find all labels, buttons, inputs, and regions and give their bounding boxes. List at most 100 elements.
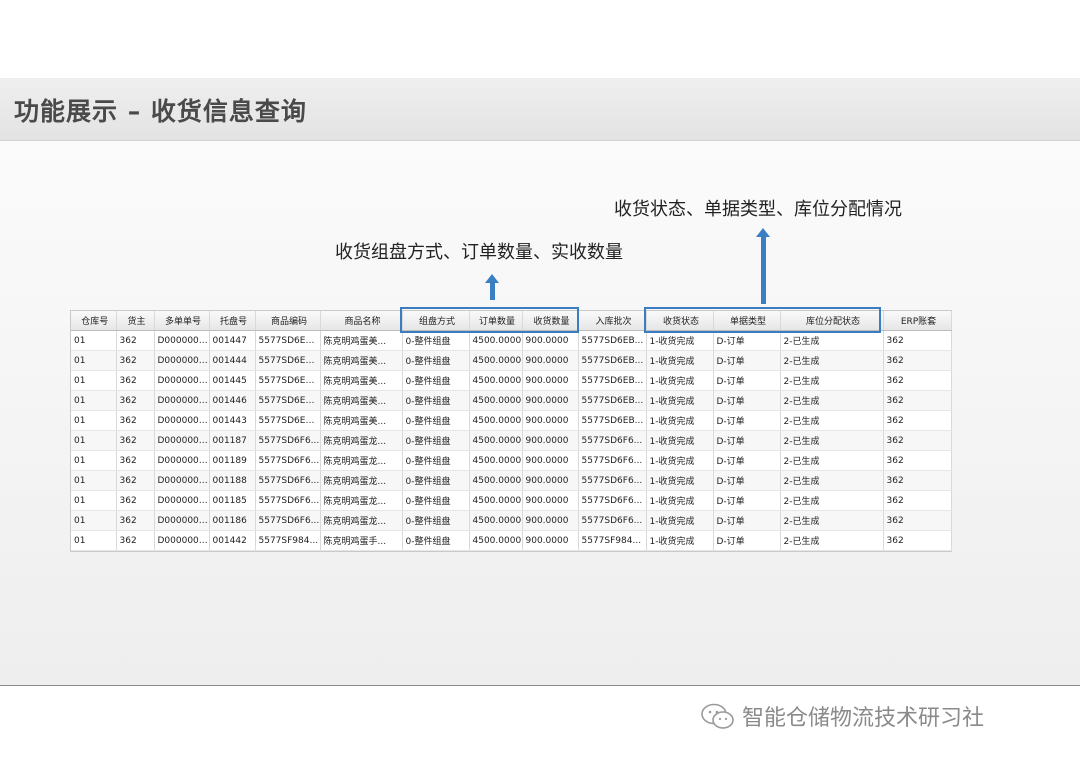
table-cell: 5577SD6EB... <box>255 330 321 351</box>
table-cell: D-订单 <box>713 350 781 371</box>
table-cell: 001186 <box>209 510 256 531</box>
table-row[interactable]: 01 362 D00000001 001188 5577SD6F6... 陈克明鸡蛋龙..… <box>71 470 952 491</box>
column-header[interactable]: 仓库号 <box>71 311 117 331</box>
slide-title: 功能展示 – 收货信息查询 <box>14 97 307 126</box>
table-cell: 900.0000 <box>522 530 579 551</box>
table-cell: 2-已生成 <box>780 430 884 451</box>
column-header[interactable]: 货主 <box>116 311 155 331</box>
table-cell: D00000001 <box>154 450 210 471</box>
table-cell: 5577SF984... <box>578 530 647 551</box>
table-cell: 5577SD6F6... <box>578 510 647 531</box>
table-cell: 1-收货完成 <box>646 430 714 451</box>
column-header[interactable]: 商品编码 <box>255 311 321 331</box>
table-cell: 900.0000 <box>522 350 579 371</box>
table-cell: 362 <box>116 450 155 471</box>
table-cell: 362 <box>116 330 155 351</box>
table-cell: 2-已生成 <box>780 330 884 351</box>
table-cell: 4500.0000 <box>469 510 523 531</box>
table-cell: 01 <box>71 410 117 431</box>
table-cell: 362 <box>116 410 155 431</box>
table-cell: 362 <box>883 430 952 451</box>
table-cell: D00000001 <box>154 350 210 371</box>
table-cell: 5577SD6EB... <box>578 410 647 431</box>
table-cell: D-订单 <box>713 510 781 531</box>
table-cell: 362 <box>116 510 155 531</box>
table-cell: 900.0000 <box>522 430 579 451</box>
annotation-quantity: 收货组盘方式、订单数量、实收数量 <box>335 242 623 263</box>
table-cell: 2-已生成 <box>780 510 884 531</box>
table-cell: 4500.0000 <box>469 530 523 551</box>
table-cell: 900.0000 <box>522 330 579 351</box>
table-cell: D00000001 <box>154 430 210 451</box>
table-cell: 陈克明鸡蛋美... <box>320 410 403 431</box>
table-cell: D-订单 <box>713 410 781 431</box>
table-cell: 1-收货完成 <box>646 530 714 551</box>
table-cell: 陈克明鸡蛋龙... <box>320 510 403 531</box>
column-header[interactable]: ERP账套 <box>883 311 952 331</box>
table-row[interactable]: 01 362 D00000001 001446 5577SD6EB... 陈克明鸡蛋美..… <box>71 390 952 411</box>
table-cell: 001446 <box>209 390 256 411</box>
table-cell: 0-整件组盘 <box>402 470 470 491</box>
table-cell: 0-整件组盘 <box>402 490 470 511</box>
table-cell: 4500.0000 <box>469 390 523 411</box>
footer-brand-text: 智能仓储物流技术研习社 <box>742 706 985 731</box>
table-cell: 5577SD6F6... <box>255 510 321 531</box>
table-cell: 陈克明鸡蛋龙... <box>320 430 403 451</box>
table-cell: 362 <box>883 470 952 491</box>
table-cell: 5577SD6F6... <box>578 450 647 471</box>
table-cell: 900.0000 <box>522 390 579 411</box>
table-cell: 01 <box>71 450 117 471</box>
table-cell: 5577SD6F6... <box>255 470 321 491</box>
column-header[interactable]: 入库批次 <box>578 311 647 331</box>
table-cell: 01 <box>71 350 117 371</box>
table-cell: D-订单 <box>713 330 781 351</box>
table-cell: 2-已生成 <box>780 450 884 471</box>
table-row[interactable]: 01 362 D00000001 001186 5577SD6F6... 陈克明鸡蛋龙..… <box>71 510 952 531</box>
table-cell: 2-已生成 <box>780 410 884 431</box>
table-cell: 001189 <box>209 450 256 471</box>
table-cell: 01 <box>71 330 117 351</box>
table-cell: 362 <box>883 370 952 391</box>
table-cell: 4500.0000 <box>469 450 523 471</box>
table-cell: 1-收货完成 <box>646 510 714 531</box>
column-header[interactable]: 托盘号 <box>209 311 256 331</box>
table-cell: 陈克明鸡蛋龙... <box>320 470 403 491</box>
table-cell: D00000001 <box>154 390 210 411</box>
table-row[interactable]: 01 362 D00000001 001187 5577SD6F6... 陈克明鸡蛋龙..… <box>71 430 952 451</box>
table-cell: 362 <box>883 410 952 431</box>
arrow-quantity-shaft <box>490 282 495 300</box>
footer-brand: 智能仓储物流技术研习社 <box>700 700 984 732</box>
table-cell: 5577SD6F6... <box>255 490 321 511</box>
receipt-data-grid: 仓库号 货主 多单单号 托盘号 商品编码 商品名称 组盘方式 订单数量 收货数量 入库批次 收货状态… <box>70 310 952 552</box>
table-cell: 陈克明鸡蛋龙... <box>320 490 403 511</box>
table-cell: 362 <box>883 490 952 511</box>
table-row[interactable]: 01 362 D00000001 001445 5577SD6EB... 陈克明鸡蛋美..… <box>71 370 952 391</box>
column-header[interactable]: 多单单号 <box>154 311 210 331</box>
table-row[interactable]: 01 362 D00000001 001443 5577SD6EB... 陈克明鸡蛋美..… <box>71 410 952 431</box>
table-row[interactable]: 01 362 D00000001 001444 5577SD6EB... 陈克明鸡蛋美..… <box>71 350 952 371</box>
table-cell: 900.0000 <box>522 410 579 431</box>
highlight-status-columns <box>644 307 881 333</box>
arrow-status-shaft <box>761 236 766 304</box>
table-cell: 362 <box>116 390 155 411</box>
table-cell: 362 <box>116 430 155 451</box>
column-header[interactable]: 商品名称 <box>320 311 403 331</box>
table-cell: 362 <box>116 530 155 551</box>
table-row[interactable]: 01 362 D00000001 001447 5577SD6EB... 陈克明鸡蛋美..… <box>71 330 952 351</box>
table-row[interactable]: 01 362 D00000001 001189 5577SD6F6... 陈克明鸡蛋龙..… <box>71 450 952 471</box>
table-cell: 900.0000 <box>522 470 579 491</box>
table-row[interactable]: 01 362 D00000001 001442 5577SF984... 陈克明鸡蛋手..… <box>71 530 952 551</box>
table-cell: 01 <box>71 510 117 531</box>
table-cell: 001187 <box>209 430 256 451</box>
table-cell: 01 <box>71 430 117 451</box>
table-cell: D-订单 <box>713 490 781 511</box>
table-cell: 5577SD6EB... <box>578 370 647 391</box>
table-cell: 陈克明鸡蛋手... <box>320 530 403 551</box>
table-cell: D-订单 <box>713 430 781 451</box>
table-row[interactable]: 01 362 D00000001 001185 5577SD6F6... 陈克明鸡蛋龙..… <box>71 490 952 511</box>
table-cell: 0-整件组盘 <box>402 390 470 411</box>
arrow-status-head <box>756 228 770 237</box>
table-cell: 5577SF984... <box>255 530 321 551</box>
table-cell: 900.0000 <box>522 510 579 531</box>
table-cell: 陈克明鸡蛋美... <box>320 350 403 371</box>
